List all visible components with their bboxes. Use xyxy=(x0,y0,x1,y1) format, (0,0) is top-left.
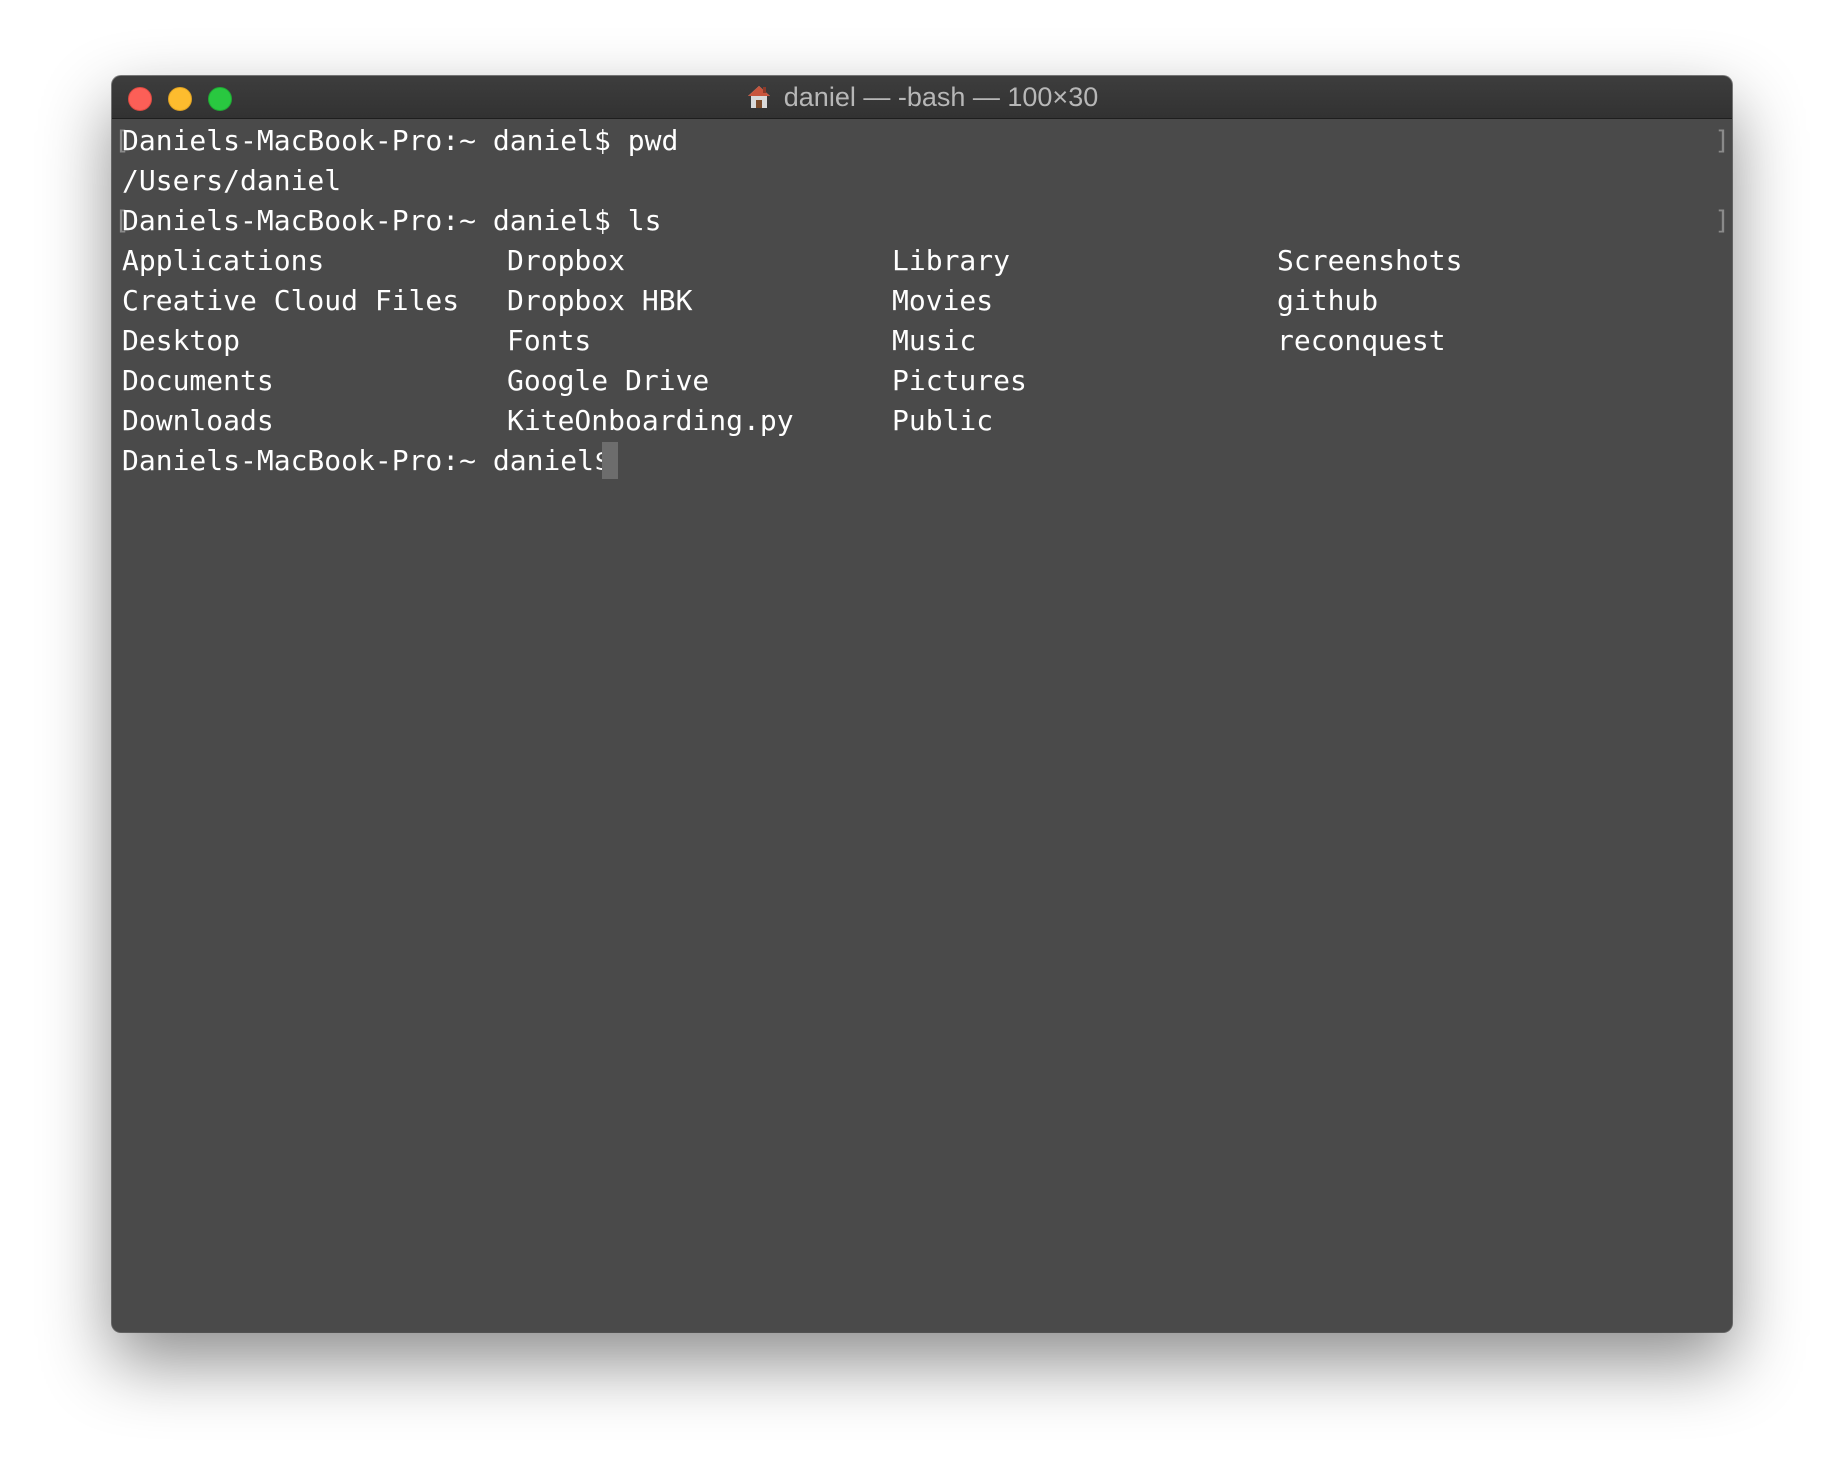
ls-entry: Pictures xyxy=(892,364,1027,397)
ls-entry: Public xyxy=(892,404,994,437)
window-title: daniel — -bash — 100×30 xyxy=(112,76,1732,118)
ls-entry: reconquest xyxy=(1277,324,1446,357)
ls-entry: Screenshots xyxy=(1277,244,1463,277)
ls-entry: Fonts xyxy=(507,324,592,357)
output-pwd: /Users/daniel xyxy=(122,164,342,197)
ls-entry: Library xyxy=(892,244,1011,277)
ls-entry: Google Drive xyxy=(507,364,710,397)
ls-entry: Dropbox HBK xyxy=(507,284,693,317)
command-line-ls: Daniels-MacBook-Pro:~ daniel$ ls xyxy=(122,204,662,237)
title-bar[interactable]: daniel — -bash — 100×30 xyxy=(112,76,1732,119)
terminal-content[interactable]: [ ] Daniels-MacBook-Pro:~ daniel$ pwd /U… xyxy=(112,119,1732,1332)
ls-entry: Applications xyxy=(122,244,325,277)
ls-entry: Creative Cloud Files xyxy=(122,284,460,317)
ls-entry: Dropbox xyxy=(507,244,626,277)
mark-close: ] xyxy=(1714,126,1730,156)
ls-entry: Music xyxy=(892,324,977,357)
text-cursor xyxy=(602,442,618,479)
terminal-window: daniel — -bash — 100×30 [ ] Daniels-MacB… xyxy=(112,76,1732,1332)
current-prompt: Daniels-MacBook-Pro:~ daniel$ xyxy=(122,444,628,477)
mark-close: ] xyxy=(1714,206,1730,236)
ls-entry: Desktop xyxy=(122,324,241,357)
home-icon xyxy=(747,86,770,108)
ls-entry: github xyxy=(1277,284,1379,317)
ls-entry: KiteOnboarding.py xyxy=(507,404,794,437)
ls-entry: Documents xyxy=(122,364,274,397)
command-line-pwd: Daniels-MacBook-Pro:~ daniel$ pwd xyxy=(122,124,679,157)
window-title-text: daniel — -bash — 100×30 xyxy=(783,81,1099,112)
ls-entry: Downloads xyxy=(122,404,274,437)
ls-entry: Movies xyxy=(892,284,994,317)
